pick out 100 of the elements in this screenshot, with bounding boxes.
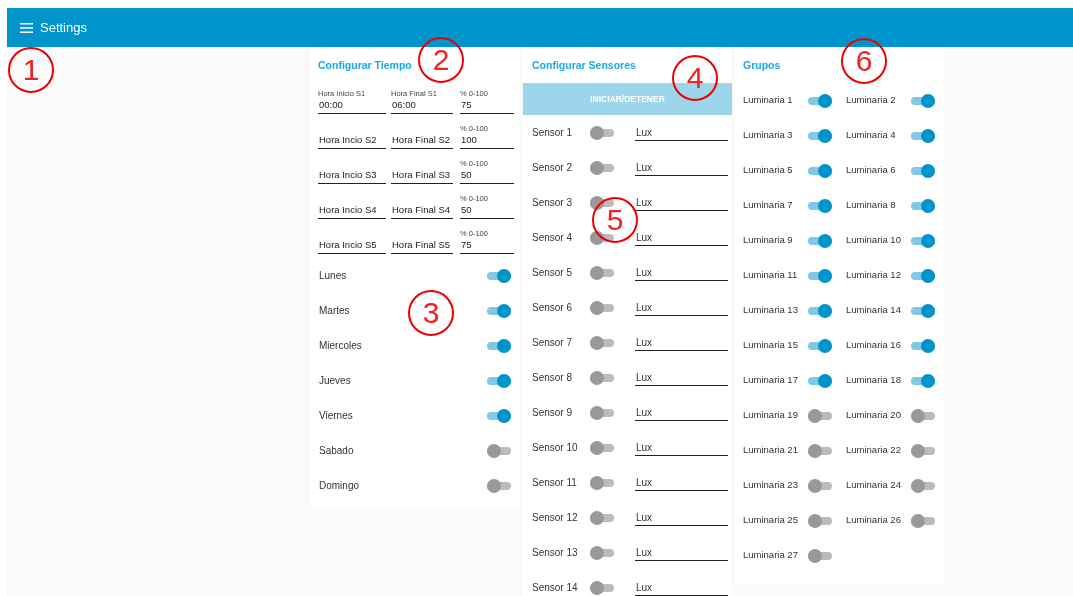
- toggle-switch[interactable]: [590, 510, 614, 525]
- callout-number: 3: [408, 290, 454, 336]
- lux-field[interactable]: Lux: [635, 299, 728, 316]
- luminaire-label: Luminaria 21: [743, 444, 799, 457]
- lux-field[interactable]: Lux: [635, 229, 728, 246]
- time-field[interactable]: Hora Final S3: [391, 168, 453, 184]
- toggle-switch[interactable]: [911, 338, 935, 353]
- toggle-switch[interactable]: [911, 233, 935, 248]
- time-field[interactable]: Hora Final S2: [391, 133, 453, 149]
- lux-field[interactable]: Lux: [635, 334, 728, 351]
- toggle-switch[interactable]: [911, 478, 935, 493]
- percent-field[interactable]: 75: [460, 238, 514, 254]
- toggle-switch[interactable]: [911, 443, 935, 458]
- toggle-switch[interactable]: [590, 475, 614, 490]
- luminaire-label: Luminaria 8: [846, 199, 897, 212]
- toggle-switch[interactable]: [487, 338, 511, 353]
- time-field[interactable]: Hora Incio S2: [318, 133, 386, 149]
- lux-field[interactable]: Lux: [635, 264, 728, 281]
- toggle-switch[interactable]: [487, 408, 511, 423]
- toggle-switch[interactable]: [487, 478, 511, 493]
- percent-field[interactable]: 100: [460, 133, 514, 149]
- luminaire-label: Luminaria 2: [846, 94, 897, 107]
- time-field[interactable]: 00:00: [318, 98, 386, 114]
- toggle-switch[interactable]: [590, 195, 614, 210]
- lux-field[interactable]: Lux: [635, 579, 728, 596]
- toggle-switch[interactable]: [590, 125, 614, 140]
- sensor-label: Sensor 13: [532, 547, 579, 558]
- toggle-switch[interactable]: [808, 548, 832, 563]
- toggle-switch[interactable]: [487, 303, 511, 318]
- time-field[interactable]: Hora Final S5: [391, 238, 453, 254]
- toggle-switch[interactable]: [590, 580, 614, 595]
- sensor-label: Sensor 8: [532, 372, 574, 383]
- lux-field[interactable]: Lux: [635, 194, 728, 211]
- toggle-switch[interactable]: [808, 408, 832, 423]
- lux-field[interactable]: Lux: [635, 439, 728, 456]
- toggle-switch[interactable]: [911, 373, 935, 388]
- toggle-switch[interactable]: [808, 338, 832, 353]
- toggle-switch[interactable]: [808, 443, 832, 458]
- day-label: Domingo: [319, 480, 360, 491]
- toggle-switch[interactable]: [911, 268, 935, 283]
- day-label: Jueves: [319, 375, 351, 386]
- toggle-switch[interactable]: [911, 128, 935, 143]
- lux-field[interactable]: Lux: [635, 509, 728, 526]
- toggle-switch[interactable]: [808, 268, 832, 283]
- callout-number: 4: [672, 55, 718, 101]
- toggle-switch[interactable]: [808, 303, 832, 318]
- callout-number: 5: [592, 197, 638, 243]
- time-field[interactable]: Hora Incio S4: [318, 203, 386, 219]
- sensor-label: Sensor 4: [532, 232, 574, 243]
- lux-field[interactable]: Lux: [635, 474, 728, 491]
- toggle-switch[interactable]: [808, 478, 832, 493]
- lux-field[interactable]: Lux: [635, 544, 728, 561]
- time-field[interactable]: Hora Incio S3: [318, 168, 386, 184]
- toggle-switch[interactable]: [911, 303, 935, 318]
- lux-field[interactable]: Lux: [635, 404, 728, 421]
- time-field[interactable]: Hora Final S4: [391, 203, 453, 219]
- day-label: Lunes: [319, 270, 347, 281]
- toggle-switch[interactable]: [911, 513, 935, 528]
- toggle-switch[interactable]: [590, 545, 614, 560]
- toggle-switch[interactable]: [911, 408, 935, 423]
- toggle-switch[interactable]: [808, 513, 832, 528]
- toggle-switch[interactable]: [808, 373, 832, 388]
- luminaire-label: Luminaria 19: [743, 409, 799, 422]
- toggle-switch[interactable]: [487, 268, 511, 283]
- toggle-switch[interactable]: [590, 230, 614, 245]
- toggle-switch[interactable]: [590, 370, 614, 385]
- toggle-switch[interactable]: [590, 335, 614, 350]
- toggle-switch[interactable]: [911, 198, 935, 213]
- lux-field[interactable]: Lux: [635, 159, 728, 176]
- toggle-switch[interactable]: [487, 443, 511, 458]
- lux-field[interactable]: Lux: [635, 369, 728, 386]
- luminaire-label: Luminaria 6: [846, 164, 897, 177]
- toggle-switch[interactable]: [590, 440, 614, 455]
- toggle-switch[interactable]: [487, 373, 511, 388]
- percent-field[interactable]: 50: [460, 203, 514, 219]
- time-field[interactable]: 06:00: [391, 98, 453, 114]
- toggle-switch[interactable]: [808, 163, 832, 178]
- toggle-switch[interactable]: [590, 405, 614, 420]
- percent-field[interactable]: 75: [460, 98, 514, 114]
- sensor-label: Sensor 2: [532, 162, 574, 173]
- toggle-switch[interactable]: [911, 163, 935, 178]
- lux-field[interactable]: Lux: [635, 124, 728, 141]
- sensor-label: Sensor 3: [532, 197, 574, 208]
- luminaire-label: Luminaria 20: [846, 409, 902, 422]
- percent-field[interactable]: 50: [460, 168, 514, 184]
- sensor-label: Sensor 14: [532, 582, 579, 593]
- luminaire-label: Luminaria 10: [846, 234, 902, 247]
- toggle-switch[interactable]: [911, 93, 935, 108]
- sensor-label: Sensor 10: [532, 442, 579, 453]
- toggle-switch[interactable]: [808, 198, 832, 213]
- toggle-switch[interactable]: [590, 265, 614, 280]
- toggle-switch[interactable]: [808, 128, 832, 143]
- menu-icon[interactable]: [20, 22, 33, 33]
- toggle-switch[interactable]: [590, 300, 614, 315]
- toggle-switch[interactable]: [808, 233, 832, 248]
- toggle-switch[interactable]: [808, 93, 832, 108]
- toggle-switch[interactable]: [590, 160, 614, 175]
- card-title: Grupos: [743, 58, 781, 73]
- time-field[interactable]: Hora Incio S5: [318, 238, 386, 254]
- luminaire-label: Luminaria 1: [743, 94, 794, 107]
